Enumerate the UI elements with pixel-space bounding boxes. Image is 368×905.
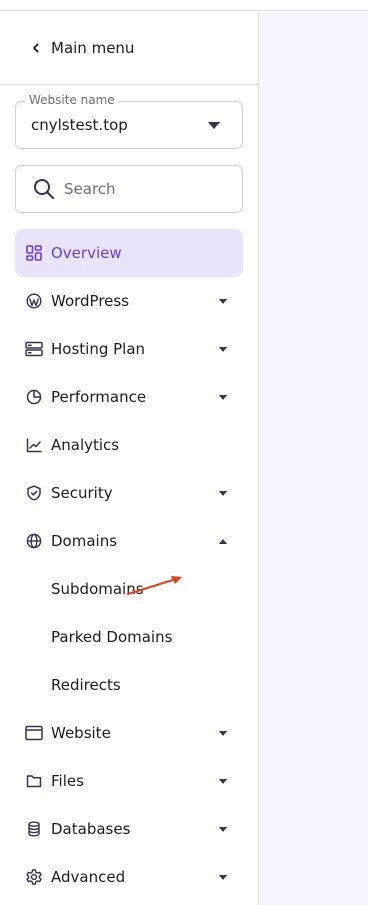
nav-item-databases[interactable]: Databases bbox=[15, 805, 243, 853]
nav-item-website[interactable]: Website bbox=[15, 709, 243, 757]
nav-item-overview[interactable]: Overview bbox=[15, 229, 243, 277]
nav-item-analytics[interactable]: Analytics bbox=[15, 421, 243, 469]
annotation-arrow-icon bbox=[127, 576, 182, 595]
nav-label: WordPress bbox=[51, 292, 130, 310]
folder-icon bbox=[25, 772, 43, 790]
website-select[interactable]: Website name cnylstest.top bbox=[15, 93, 243, 149]
top-bar bbox=[0, 0, 368, 11]
chevron-down-icon bbox=[219, 779, 227, 784]
chevron-down-icon bbox=[219, 875, 227, 880]
submenu-item-redirects[interactable]: Redirects bbox=[15, 661, 243, 709]
search-icon bbox=[34, 179, 54, 199]
chevron-down-icon bbox=[219, 731, 227, 736]
main-menu-label: Main menu bbox=[51, 39, 135, 57]
database-icon bbox=[25, 820, 43, 838]
browser-window-icon bbox=[25, 724, 43, 742]
search-input[interactable] bbox=[64, 180, 224, 198]
nav-label: Overview bbox=[51, 244, 122, 262]
search-box[interactable] bbox=[15, 165, 243, 213]
chevron-up-icon bbox=[219, 539, 227, 544]
chevron-down-icon bbox=[219, 827, 227, 832]
submenu-item-parked-domains[interactable]: Parked Domains bbox=[15, 613, 243, 661]
website-select-value: cnylstest.top bbox=[31, 116, 128, 134]
main-menu-button[interactable]: Main menu bbox=[0, 12, 259, 85]
chevron-down-icon bbox=[219, 299, 227, 304]
nav-label: Performance bbox=[51, 388, 147, 406]
chevron-down-icon bbox=[219, 395, 227, 400]
nav-label: Website bbox=[51, 724, 111, 742]
gear-icon bbox=[25, 868, 43, 886]
nav-label: Databases bbox=[51, 820, 131, 838]
submenu-label: Redirects bbox=[51, 676, 121, 694]
wordpress-icon bbox=[25, 292, 43, 310]
chevron-left-icon bbox=[27, 39, 45, 57]
chevron-down-icon bbox=[219, 491, 227, 496]
nav-item-wordpress[interactable]: WordPress bbox=[15, 277, 243, 325]
main-content-area bbox=[260, 12, 368, 905]
nav-item-security[interactable]: Security bbox=[15, 469, 243, 517]
nav-label: Files bbox=[51, 772, 84, 790]
nav-item-advanced[interactable]: Advanced bbox=[15, 853, 243, 901]
nav-label: Domains bbox=[51, 532, 118, 550]
chevron-down-icon bbox=[219, 347, 227, 352]
nav-item-domains[interactable]: Domains bbox=[15, 517, 243, 565]
nav-label: Security bbox=[51, 484, 113, 502]
trend-chart-icon bbox=[25, 436, 43, 454]
server-icon bbox=[25, 340, 43, 358]
caret-down-icon bbox=[208, 122, 220, 129]
nav-item-files[interactable]: Files bbox=[15, 757, 243, 805]
dashboard-grid-icon bbox=[25, 244, 43, 262]
sidebar: Main menu Website name cnylstest.top Ove… bbox=[0, 12, 259, 905]
pie-chart-icon bbox=[25, 388, 43, 406]
submenu-label: Parked Domains bbox=[51, 628, 173, 646]
nav-item-performance[interactable]: Performance bbox=[15, 373, 243, 421]
nav-label: Advanced bbox=[51, 868, 126, 886]
shield-icon bbox=[25, 484, 43, 502]
globe-icon bbox=[25, 532, 43, 550]
website-select-legend: Website name bbox=[25, 93, 119, 107]
nav-item-hosting-plan[interactable]: Hosting Plan bbox=[15, 325, 243, 373]
nav-label: Hosting Plan bbox=[51, 340, 146, 358]
nav-label: Analytics bbox=[51, 436, 120, 454]
